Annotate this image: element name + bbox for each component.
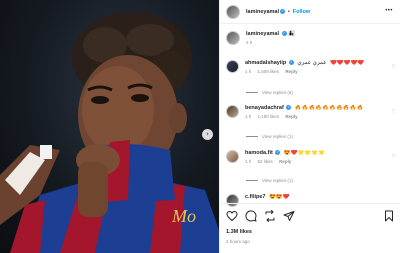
reply-line-divider — [246, 92, 258, 93]
comment-username[interactable]: c.filipe7 — [245, 194, 265, 200]
player-photo-illustration: Mo — [0, 12, 219, 253]
send-icon[interactable] — [283, 210, 295, 222]
verified-badge-icon: ✓ — [288, 60, 294, 66]
comment-icon[interactable] — [245, 210, 257, 222]
reply-line-divider — [246, 180, 258, 181]
reply-button[interactable]: Reply — [279, 159, 291, 164]
view-replies-button[interactable]: View replies (1) — [246, 178, 293, 183]
instagram-post-viewer: Mo › lamineyamal ✓ • Follow ••• lamineya… — [0, 0, 400, 253]
author-username[interactable]: lamineyamal — [246, 9, 279, 15]
view-replies-label: View replies (1) — [262, 134, 293, 139]
comment-likes[interactable]: 52 likes — [258, 159, 273, 164]
share-icon[interactable] — [264, 210, 276, 222]
comment-text: 😍😍❤️ — [269, 194, 290, 200]
post-header: lamineyamal ✓ • Follow ••• — [220, 0, 400, 24]
view-replies-button[interactable]: View replies (1) — [246, 134, 293, 139]
post-details-panel: lamineyamal ✓ • Follow ••• lamineyamal ✓… — [219, 0, 400, 253]
caption-time: 2 h — [246, 40, 253, 45]
verified-badge-icon: ✓ — [281, 31, 287, 37]
next-photo-button[interactable]: › — [202, 129, 213, 140]
post-caption: lamineyamal ✓ 👩‍👦 2 h — [226, 31, 295, 45]
reply-line-divider — [246, 136, 258, 137]
comment-username[interactable]: benayadachraf — [245, 105, 284, 111]
avatar[interactable] — [226, 105, 239, 118]
view-replies-button[interactable]: View replies (6) — [246, 90, 293, 95]
follow-button[interactable]: Follow — [293, 9, 310, 15]
avatar[interactable] — [226, 4, 240, 19]
caption-text: 👩‍👦 — [288, 31, 295, 37]
caption-username[interactable]: lamineyamal — [246, 31, 279, 37]
likes-count[interactable]: 1.3M likes — [226, 229, 252, 235]
comment-time: 1 h — [245, 114, 252, 119]
view-replies-label: View replies (6) — [262, 90, 293, 95]
comment-text: 😍❤️🌟🌟🌟🌟 — [283, 150, 325, 156]
comment-item: hamoda.fit ✓ 😍❤️🌟🌟🌟🌟 1 h 52 likes Reply … — [226, 150, 396, 164]
post-photo: Mo › — [0, 0, 219, 253]
verified-badge-icon: ✓ — [275, 150, 281, 156]
svg-text:Mo: Mo — [171, 206, 196, 226]
chevron-right-icon: › — [206, 130, 209, 138]
like-comment-heart-icon[interactable]: ♡ — [392, 64, 396, 70]
verified-badge-icon: ✓ — [280, 9, 286, 14]
comment-text: 🔥🔥🔥🔥🔥🔥🔥🔥🔥🔥 — [294, 105, 364, 111]
avatar[interactable] — [226, 150, 239, 163]
comment-username[interactable]: ahmadalshayiip — [245, 60, 286, 66]
comment-time: 1 h — [245, 159, 252, 164]
comment-item: benayadachraf ✓ 🔥🔥🔥🔥🔥🔥🔥🔥🔥🔥 1 h 1,190 lik… — [226, 105, 396, 119]
avatar[interactable] — [226, 60, 239, 73]
separator-dot: • — [288, 8, 290, 15]
comment-item: ahmadalshayiip ✓ عمري عمري ❤️❤️❤️❤️❤️ 1 … — [226, 60, 396, 74]
comment-likes[interactable]: 1,190 likes — [258, 114, 280, 119]
like-comment-heart-icon[interactable]: ♡ — [392, 154, 396, 160]
like-comment-heart-icon[interactable]: ♡ — [392, 109, 396, 115]
verified-badge-icon: ✓ — [286, 105, 292, 111]
more-options-icon[interactable]: ••• — [385, 8, 393, 14]
comment-time: 1 h — [245, 69, 252, 74]
heart-icon[interactable] — [226, 210, 238, 222]
view-replies-label: View replies (1) — [262, 178, 293, 183]
comment-text-rtl: عمري عمري — [297, 60, 327, 66]
comment-username[interactable]: hamoda.fit — [245, 150, 273, 156]
reply-button[interactable]: Reply — [285, 114, 297, 119]
bookmark-icon[interactable] — [384, 210, 394, 222]
comment-likes[interactable]: 1,509 likes — [258, 69, 280, 74]
reply-button[interactable]: Reply — [285, 69, 297, 74]
avatar[interactable] — [226, 31, 240, 45]
post-timestamp: 2 hours ago — [226, 239, 250, 244]
post-actions-bar: 1.3M likes 2 hours ago — [220, 203, 400, 253]
comment-text: ❤️❤️❤️❤️❤️ — [330, 60, 365, 66]
